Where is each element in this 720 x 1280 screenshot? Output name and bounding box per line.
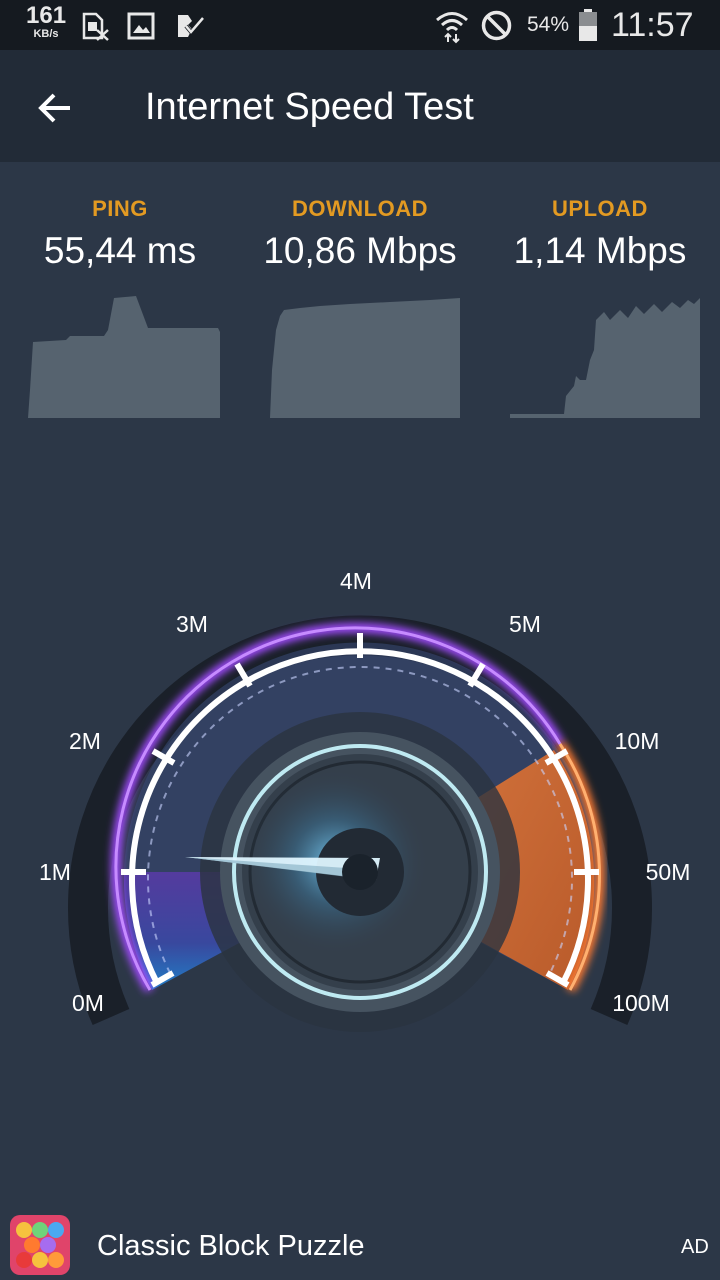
gauge-label-2m: 2M: [69, 728, 101, 754]
app-bar: Internet Speed Test: [0, 50, 720, 162]
ad-banner[interactable]: Classic Block Puzzle AD: [0, 1205, 720, 1280]
gauge-label-0m: 0M: [72, 990, 104, 1016]
ping-label: PING: [92, 196, 148, 221]
status-bar: 161 KB/s 54% 11:57: [0, 0, 720, 50]
download-label: DOWNLOAD: [292, 196, 428, 221]
gauge-label-4m: 4M: [340, 568, 372, 594]
page-title: Internet Speed Test: [145, 86, 474, 128]
gauge-label-10m: 10M: [615, 728, 660, 754]
battery-percent: 54%: [527, 13, 570, 36]
arrow-left-icon[interactable]: [32, 85, 78, 131]
network-speed-indicator: 161 KB/s: [26, 4, 66, 40]
network-speed-value: 161: [26, 2, 67, 29]
ping-graph: [28, 296, 220, 418]
download-value: 10,86 Mbps: [263, 230, 457, 271]
network-speed-unit: KB/s: [33, 28, 59, 40]
battery-icon: [579, 9, 597, 41]
puzzle-app-icon: [10, 1215, 70, 1275]
clock: 11:57: [611, 6, 694, 44]
blocked-icon: [481, 10, 512, 41]
gauge-label-3m: 3M: [176, 611, 208, 637]
sim-card-off-icon: [82, 12, 109, 41]
speedometer-gauge: 0M 1M 2M 3M 4M 5M 10M 50M 100M: [39, 568, 691, 1032]
upload-result: UPLOAD 1,14 Mbps: [490, 196, 710, 272]
upload-graph: [510, 298, 700, 418]
gallery-icon: [127, 12, 155, 40]
gauge-label-1m: 1M: [39, 859, 71, 885]
check-icon: [178, 15, 205, 37]
ping-result: PING 55,44 ms: [10, 196, 230, 272]
ad-title: Classic Block Puzzle: [97, 1230, 365, 1262]
gauge-label-5m: 5M: [509, 611, 541, 637]
upload-label: UPLOAD: [552, 196, 648, 221]
download-result: DOWNLOAD 10,86 Mbps: [250, 196, 470, 272]
wifi-icon: [436, 12, 468, 44]
upload-value: 1,14 Mbps: [513, 230, 687, 271]
ping-value: 55,44 ms: [43, 230, 197, 271]
gauge-label-50m: 50M: [646, 859, 691, 885]
ad-tag: AD: [681, 1236, 709, 1258]
download-graph: [270, 298, 460, 418]
gauge-label-100m: 100M: [612, 990, 670, 1016]
